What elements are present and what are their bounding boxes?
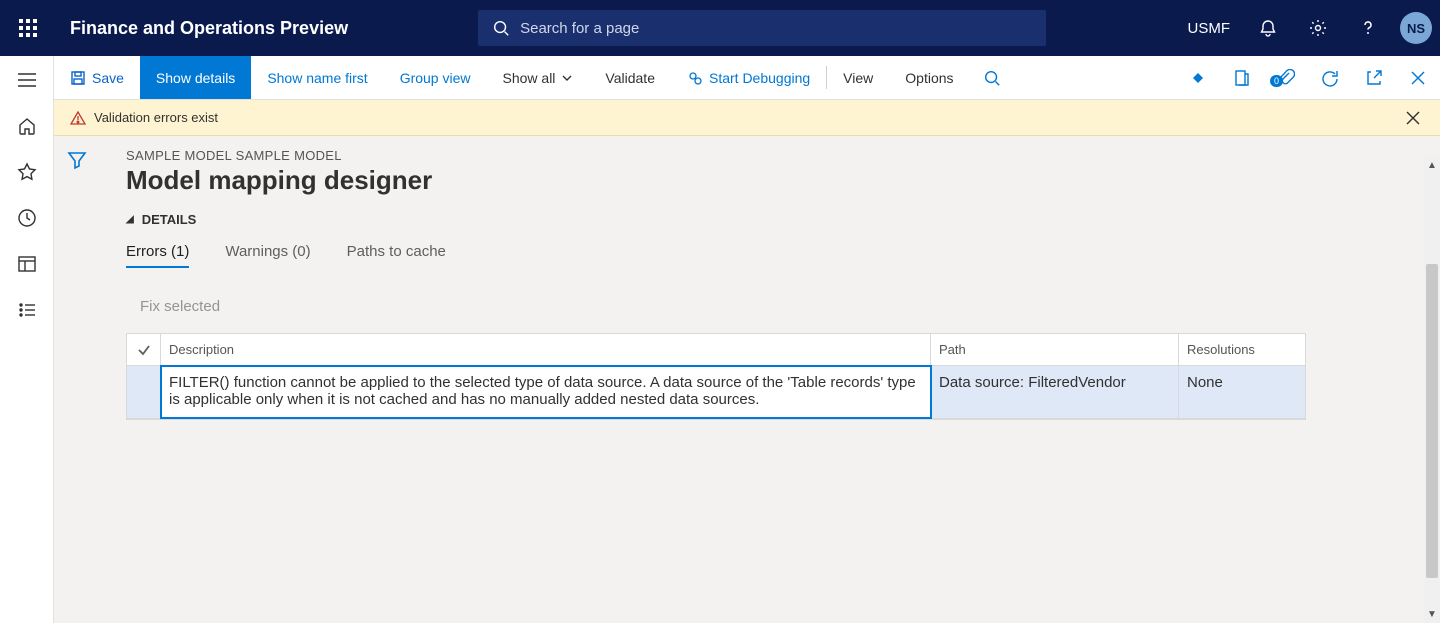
col-description[interactable]: Description bbox=[161, 334, 931, 365]
search-input[interactable] bbox=[520, 20, 1032, 37]
table-row[interactable]: FILTER() function cannot be applied to t… bbox=[127, 366, 1305, 419]
col-resolutions[interactable]: Resolutions bbox=[1179, 334, 1305, 365]
options-menu[interactable]: Options bbox=[889, 56, 969, 99]
global-search[interactable] bbox=[478, 10, 1046, 46]
company-picker[interactable]: USMF bbox=[1178, 20, 1241, 37]
attachments-icon[interactable]: 0 bbox=[1264, 69, 1308, 87]
start-debugging-label: Start Debugging bbox=[709, 70, 810, 86]
filter-pane-icon[interactable] bbox=[67, 150, 87, 623]
search-icon bbox=[492, 19, 510, 37]
notifications-icon[interactable] bbox=[1246, 0, 1290, 56]
find-icon[interactable] bbox=[970, 56, 1014, 99]
cell-path[interactable]: Data source: FilteredVendor bbox=[931, 366, 1179, 418]
banner-text: Validation errors exist bbox=[94, 110, 218, 125]
home-icon[interactable] bbox=[15, 114, 39, 138]
personalize-icon[interactable] bbox=[1176, 69, 1220, 87]
fix-selected-button: Fix selected bbox=[100, 298, 1440, 315]
refresh-icon[interactable] bbox=[1308, 69, 1352, 87]
validate-button[interactable]: Validate bbox=[589, 56, 671, 99]
scroll-up-icon[interactable]: ▲ bbox=[1424, 156, 1440, 174]
settings-icon[interactable] bbox=[1296, 0, 1340, 56]
attachment-badge: 0 bbox=[1270, 75, 1283, 87]
save-icon bbox=[70, 70, 86, 86]
help-icon[interactable] bbox=[1346, 0, 1390, 56]
scroll-thumb[interactable] bbox=[1426, 264, 1438, 578]
close-page-icon[interactable] bbox=[1396, 70, 1440, 86]
tab-warnings[interactable]: Warnings (0) bbox=[225, 243, 310, 268]
select-all-checkbox[interactable] bbox=[127, 334, 161, 365]
group-view-button[interactable]: Group view bbox=[384, 56, 487, 99]
start-debugging-button[interactable]: Start Debugging bbox=[671, 56, 826, 99]
tab-paths[interactable]: Paths to cache bbox=[347, 243, 446, 268]
page-options-icon[interactable] bbox=[1220, 69, 1264, 87]
details-label: DETAILS bbox=[142, 212, 197, 227]
col-path[interactable]: Path bbox=[931, 334, 1179, 365]
chevron-down-icon bbox=[561, 72, 573, 84]
save-button[interactable]: Save bbox=[54, 56, 140, 99]
debug-icon bbox=[687, 70, 703, 86]
banner-close-icon[interactable] bbox=[1402, 107, 1424, 129]
app-title: Finance and Operations Preview bbox=[70, 18, 348, 39]
cell-description[interactable]: FILTER() function cannot be applied to t… bbox=[161, 366, 931, 418]
show-all-dropdown[interactable]: Show all bbox=[487, 56, 590, 99]
avatar[interactable]: NS bbox=[1400, 12, 1432, 44]
details-section-header[interactable]: ◢ DETAILS bbox=[100, 212, 1440, 227]
tab-errors[interactable]: Errors (1) bbox=[126, 243, 189, 268]
breadcrumb: SAMPLE MODEL SAMPLE MODEL bbox=[100, 148, 1440, 163]
favorites-icon[interactable] bbox=[15, 160, 39, 184]
scroll-down-icon[interactable]: ▼ bbox=[1424, 605, 1440, 623]
show-name-first-button[interactable]: Show name first bbox=[251, 56, 383, 99]
view-menu[interactable]: View bbox=[827, 56, 889, 99]
app-launcher-icon[interactable] bbox=[14, 14, 42, 42]
show-all-label: Show all bbox=[503, 70, 556, 86]
workspaces-icon[interactable] bbox=[15, 252, 39, 276]
row-selector[interactable] bbox=[127, 366, 161, 418]
popout-icon[interactable] bbox=[1352, 69, 1396, 87]
errors-grid: Description Path Resolutions FILTER() fu… bbox=[126, 333, 1306, 420]
collapse-triangle-icon: ◢ bbox=[126, 214, 134, 225]
cell-resolutions[interactable]: None bbox=[1179, 366, 1305, 418]
vertical-scrollbar[interactable]: ▲ ▼ bbox=[1424, 156, 1440, 623]
modules-icon[interactable] bbox=[15, 298, 39, 322]
nav-collapse-icon[interactable] bbox=[15, 68, 39, 92]
page-title: Model mapping designer bbox=[100, 165, 1440, 196]
save-label: Save bbox=[92, 70, 124, 86]
show-details-button[interactable]: Show details bbox=[140, 56, 251, 99]
alert-icon bbox=[70, 110, 86, 126]
recent-icon[interactable] bbox=[15, 206, 39, 230]
